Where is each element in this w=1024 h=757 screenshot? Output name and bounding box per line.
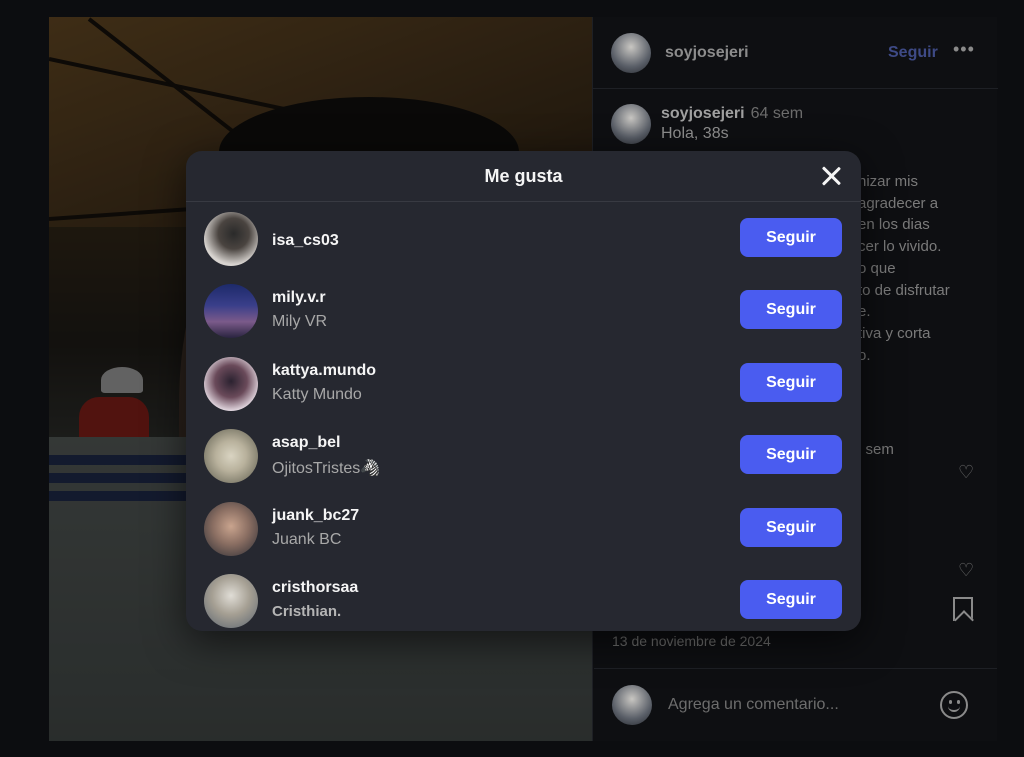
emoji-icon[interactable]	[940, 691, 968, 719]
caption-time: 64 sem	[750, 105, 804, 122]
heart-icon[interactable]: ♡	[958, 462, 974, 483]
post-caption: soyjosejeri 64 sem Hola, 38s	[611, 104, 803, 144]
user-avatar[interactable]	[204, 212, 258, 266]
follow-button[interactable]: Seguir	[740, 218, 842, 257]
user-fullname: Katty Mundo	[272, 386, 362, 403]
follow-button[interactable]: Seguir	[740, 580, 842, 619]
caption-line: nizar mis	[858, 173, 919, 190]
follow-button[interactable]: Seguir	[740, 508, 842, 547]
user-username[interactable]: cristhorsaa	[272, 579, 358, 597]
comment-input[interactable]: Agrega un comentario...	[668, 696, 839, 714]
comment-bar: Agrega un comentario...	[594, 668, 997, 741]
list-item: mily.v.r Mily VR Seguir	[186, 274, 861, 346]
caption-username[interactable]: soyjosejeri	[661, 105, 745, 122]
list-item: isa_cs03 Seguir	[186, 202, 861, 274]
caption-meta: soyjosejeri 64 sem Hola, 38s	[661, 104, 803, 144]
follow-button[interactable]: Seguir	[740, 435, 842, 474]
user-fullname: Mily VR	[272, 313, 328, 330]
user-avatar[interactable]	[204, 357, 258, 411]
post-header: soyjosejeri Seguir •••	[593, 17, 998, 89]
follow-button[interactable]: Seguir	[740, 363, 842, 402]
user-avatar[interactable]	[204, 502, 258, 556]
caption-line: agradecer a	[858, 195, 939, 212]
caption-line: cer lo vivido.	[858, 238, 942, 255]
user-username[interactable]: isa_cs03	[272, 232, 339, 250]
list-item: juank_bc27 Juank BC Seguir	[186, 492, 861, 564]
user-fullname: Juank BC	[272, 531, 342, 548]
follow-author-button[interactable]: Seguir	[888, 44, 938, 62]
user-username[interactable]: juank_bc27	[272, 507, 359, 525]
user-avatar[interactable]	[204, 284, 258, 338]
user-username[interactable]: asap_bel	[272, 434, 340, 452]
comment-time: l sem	[858, 441, 894, 458]
caption-line: en los dias	[858, 216, 930, 233]
user-avatar[interactable]	[204, 429, 258, 483]
user-avatar[interactable]	[204, 574, 258, 628]
list-item: kattya.mundo Katty Mundo Seguir	[186, 347, 861, 419]
author-username[interactable]: soyjosejeri	[665, 44, 749, 62]
user-username[interactable]: mily.v.r	[272, 289, 326, 307]
user-fullname: Cristhian.	[272, 603, 342, 620]
caption-avatar[interactable]	[611, 104, 651, 144]
dialog-header: Me gusta	[186, 151, 861, 202]
likes-dialog: Me gusta isa_cs03 Seguir mily.v.r Mily V…	[186, 151, 861, 631]
caption-text: Hola, 38s	[661, 125, 729, 142]
follow-button[interactable]: Seguir	[740, 290, 842, 329]
more-icon[interactable]: •••	[953, 39, 975, 60]
user-username[interactable]: kattya.mundo	[272, 362, 376, 380]
author-avatar[interactable]	[611, 32, 651, 73]
caption-line: o que	[858, 260, 896, 277]
bookmark-icon[interactable]	[953, 597, 973, 621]
dialog-title: Me gusta	[484, 165, 563, 186]
list-item: asap_bel OjitosTristes🦓 Seguir	[186, 419, 861, 491]
caption-line: to de disfrutar	[858, 282, 950, 299]
post-date: 13 de noviembre de 2024	[612, 633, 771, 649]
caption-line: tiva y corta	[858, 325, 931, 342]
close-icon[interactable]	[818, 163, 844, 189]
user-fullname: OjitosTristes🦓	[272, 460, 381, 477]
heart-icon[interactable]: ♡	[958, 560, 974, 581]
viewer-avatar	[612, 685, 652, 725]
likes-list[interactable]: isa_cs03 Seguir mily.v.r Mily VR Seguir …	[186, 202, 861, 631]
list-item: cristhorsaa Cristhian. Seguir	[186, 564, 861, 631]
